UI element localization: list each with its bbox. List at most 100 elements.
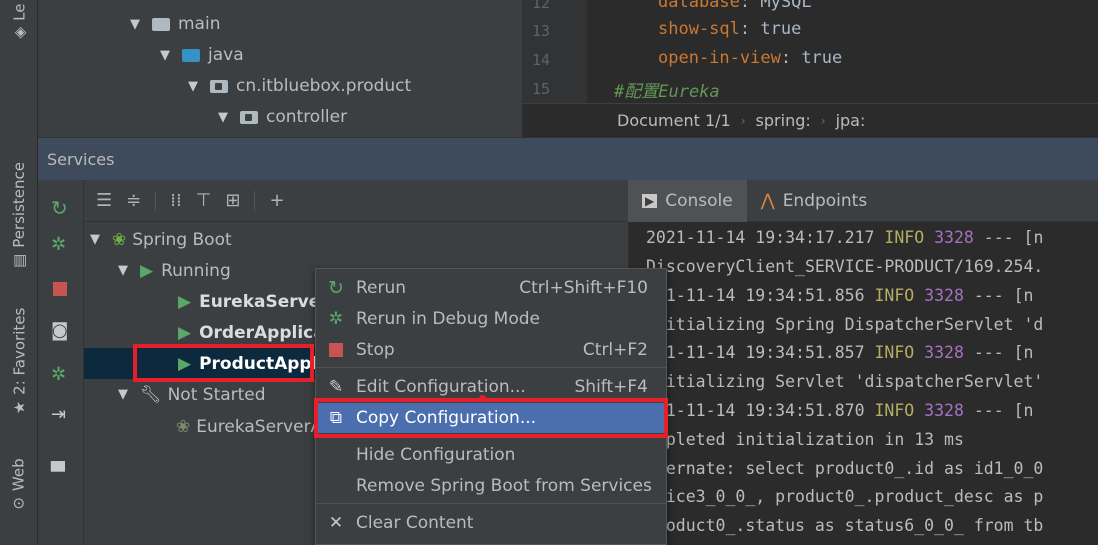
run-icon: ▶ — [178, 322, 192, 343]
new-tab-icon[interactable]: ⊞ — [225, 190, 240, 211]
menu-item-label: Rerun — [356, 278, 407, 298]
filter-icon[interactable]: ⊤ — [196, 190, 212, 211]
rerun-icon[interactable]: ↻ — [51, 196, 68, 220]
tab-endpoints[interactable]: ⋀ Endpoints — [747, 180, 881, 222]
annotation-dot — [479, 395, 486, 402]
service-eureka-server-a[interactable]: ❀ EurekaServerA — [176, 411, 322, 442]
chevron-right-icon: › — [740, 113, 746, 128]
expand-arrow-icon[interactable]: ▼ — [188, 79, 210, 94]
tool-tab-persistence[interactable]: ▤ Persistence — [0, 150, 38, 280]
layout-icon[interactable]: ▀ — [51, 462, 65, 483]
tree-item-java[interactable]: ▼ java — [160, 40, 244, 70]
tool-tab-label: Persistence — [10, 162, 29, 248]
collapse-all-icon[interactable]: ≑ — [126, 190, 141, 211]
menu-item-edit-configuration[interactable]: ✎ Edit Configuration... Shift+F4 — [316, 372, 666, 402]
context-menu: ↻ Rerun Ctrl+Shift+F10 ✲ Rerun in Debug … — [315, 268, 667, 545]
tree-node-not-started[interactable]: ▼ 🔧︎ Not Started — [118, 379, 266, 410]
console-line: )21-11-14 19:34:51.856 INFO 3328 --- [n — [646, 286, 1034, 305]
menu-item-label: Clear Content — [356, 513, 474, 533]
expand-arrow-icon[interactable]: ▼ — [130, 17, 152, 32]
menu-item-copy-configuration[interactable]: ⧉ Copy Configuration... — [316, 403, 666, 433]
tree-node-label: Spring Boot — [132, 229, 232, 250]
menu-item-shortcut: Ctrl+Shift+F10 — [519, 278, 648, 298]
service-eureka-server[interactable]: ▶ EurekaServer — [178, 286, 329, 317]
debug-rerun-icon[interactable]: ✲ — [51, 364, 66, 385]
menu-item-rerun[interactable]: ↻ Rerun Ctrl+Shift+F10 — [316, 273, 666, 303]
console-line: orice3_0_0_, product0_.product_desc as p — [646, 487, 1044, 506]
tree-node-spring-boot[interactable]: ▼ ❀ Spring Boot — [90, 224, 232, 255]
console-line: oroduct0_.status as status6_0_0_ from tb — [646, 516, 1044, 535]
group-by-icon[interactable]: ⁞⁞ — [170, 190, 181, 211]
toolbar-separator — [155, 190, 157, 211]
toolbar-separator — [254, 190, 256, 211]
web-icon: ⊙ — [10, 497, 28, 510]
menu-item-shortcut: Ctrl+F2 — [582, 340, 648, 360]
console-tabs: ▶ Console ⋀ Endpoints — [628, 179, 1098, 222]
left-tool-strip: ◈ Le ▤ Persistence ★ 2: Favorites ⊙ Web — [0, 0, 38, 545]
menu-item-label: Remove Spring Boot from Services — [356, 476, 652, 496]
expand-all-icon[interactable]: ☰ — [96, 190, 112, 211]
line-number: 15 — [531, 80, 550, 98]
add-icon[interactable]: + — [269, 190, 284, 211]
expand-arrow-icon[interactable]: ▼ — [90, 232, 112, 247]
menu-item-stop[interactable]: Stop Ctrl+F2 — [316, 335, 666, 365]
console-icon: ▶ — [642, 193, 658, 208]
breadcrumb-item[interactable]: jpa: — [836, 111, 866, 130]
tree-node-running[interactable]: ▼ ▶ Running — [118, 255, 231, 286]
expand-arrow-icon[interactable]: ▼ — [118, 263, 140, 278]
expand-arrow-icon[interactable]: ▼ — [160, 48, 182, 63]
service-label: OrderApplica — [199, 322, 325, 343]
stop-icon[interactable] — [53, 281, 67, 300]
tree-item-main[interactable]: ▼ main — [130, 9, 220, 39]
menu-separator — [316, 435, 666, 436]
tab-label: Console — [665, 190, 733, 211]
service-product-application[interactable]: ▶ ProductAppli — [178, 348, 323, 379]
tab-console[interactable]: ▶ Console — [628, 179, 747, 222]
menu-item-label: Stop — [356, 340, 395, 360]
menu-item-label: Copy Configuration... — [356, 408, 537, 428]
tool-tab-label: Web — [10, 458, 28, 492]
run-icon: ▶ — [178, 291, 192, 312]
tool-tab-web[interactable]: ⊙ Web — [0, 448, 38, 520]
console-line: )21-11-14 19:34:51.857 INFO 3328 --- [n — [646, 343, 1034, 362]
yaml-value: MySQL — [760, 0, 812, 12]
copy-icon: ⧉ — [329, 408, 343, 428]
breadcrumb-item[interactable]: Document 1/1 — [617, 111, 731, 130]
persistence-icon: ▤ — [10, 253, 29, 268]
package-icon — [240, 110, 258, 124]
chevron-right-icon: › — [820, 113, 826, 128]
tree-node-label: Not Started — [167, 384, 266, 405]
tree-item-package[interactable]: ▼ cn.itbluebox.product — [188, 71, 411, 101]
menu-item-clear-content[interactable]: ✕ Clear Content — [316, 508, 666, 538]
editor-content: 12 database: MySQL 13 show-sql: true 14 … — [522, 0, 1098, 103]
tree-item-controller[interactable]: ▼ controller — [218, 102, 347, 132]
tool-tab-favorites[interactable]: ★ 2: Favorites — [0, 296, 38, 426]
console-line: Initializing Servlet 'dispatcherServlet' — [646, 372, 1044, 391]
tool-tab-learn[interactable]: ◈ Le — [0, 0, 38, 42]
service-order-application[interactable]: ▶ OrderApplica — [178, 317, 325, 348]
breadcrumb-item[interactable]: spring: — [756, 111, 811, 130]
services-panel-header: Services — [38, 137, 1098, 180]
menu-item-remove-spring-boot[interactable]: Remove Spring Boot from Services — [316, 471, 666, 501]
yaml-key: database — [658, 0, 740, 12]
console-line: )21-11-14 19:34:51.870 INFO 3328 --- [n — [646, 401, 1034, 420]
menu-item-rerun-debug[interactable]: ✲ Rerun in Debug Mode — [316, 304, 666, 334]
debug-icon[interactable]: ✲ — [51, 234, 66, 255]
expand-arrow-icon[interactable]: ▼ — [118, 387, 140, 402]
code-line: open-in-view: true — [658, 48, 843, 68]
console-line: 2021-11-14 19:34:17.217 INFO 3328 --- [n — [646, 228, 1044, 247]
rerun-icon: ↻ — [328, 277, 344, 299]
debug-icon: ✲ — [328, 309, 344, 329]
run-icon: ▶ — [178, 353, 192, 374]
wrench-icon: 🔧︎ — [140, 384, 162, 405]
learn-icon: ◈ — [10, 26, 28, 39]
edit-icon: ✎ — [328, 377, 344, 397]
menu-item-hide-configuration[interactable]: Hide Configuration — [316, 440, 666, 470]
stop-icon — [316, 343, 356, 357]
menu-item-label: Rerun in Debug Mode — [356, 309, 540, 329]
code-line: show-sql: true — [658, 19, 802, 39]
expand-arrow-icon[interactable]: ▼ — [218, 110, 240, 125]
service-label: EurekaServer — [199, 291, 329, 312]
login-icon[interactable]: ⇥ — [51, 404, 66, 425]
camera-icon[interactable]: ◙ — [51, 320, 68, 341]
